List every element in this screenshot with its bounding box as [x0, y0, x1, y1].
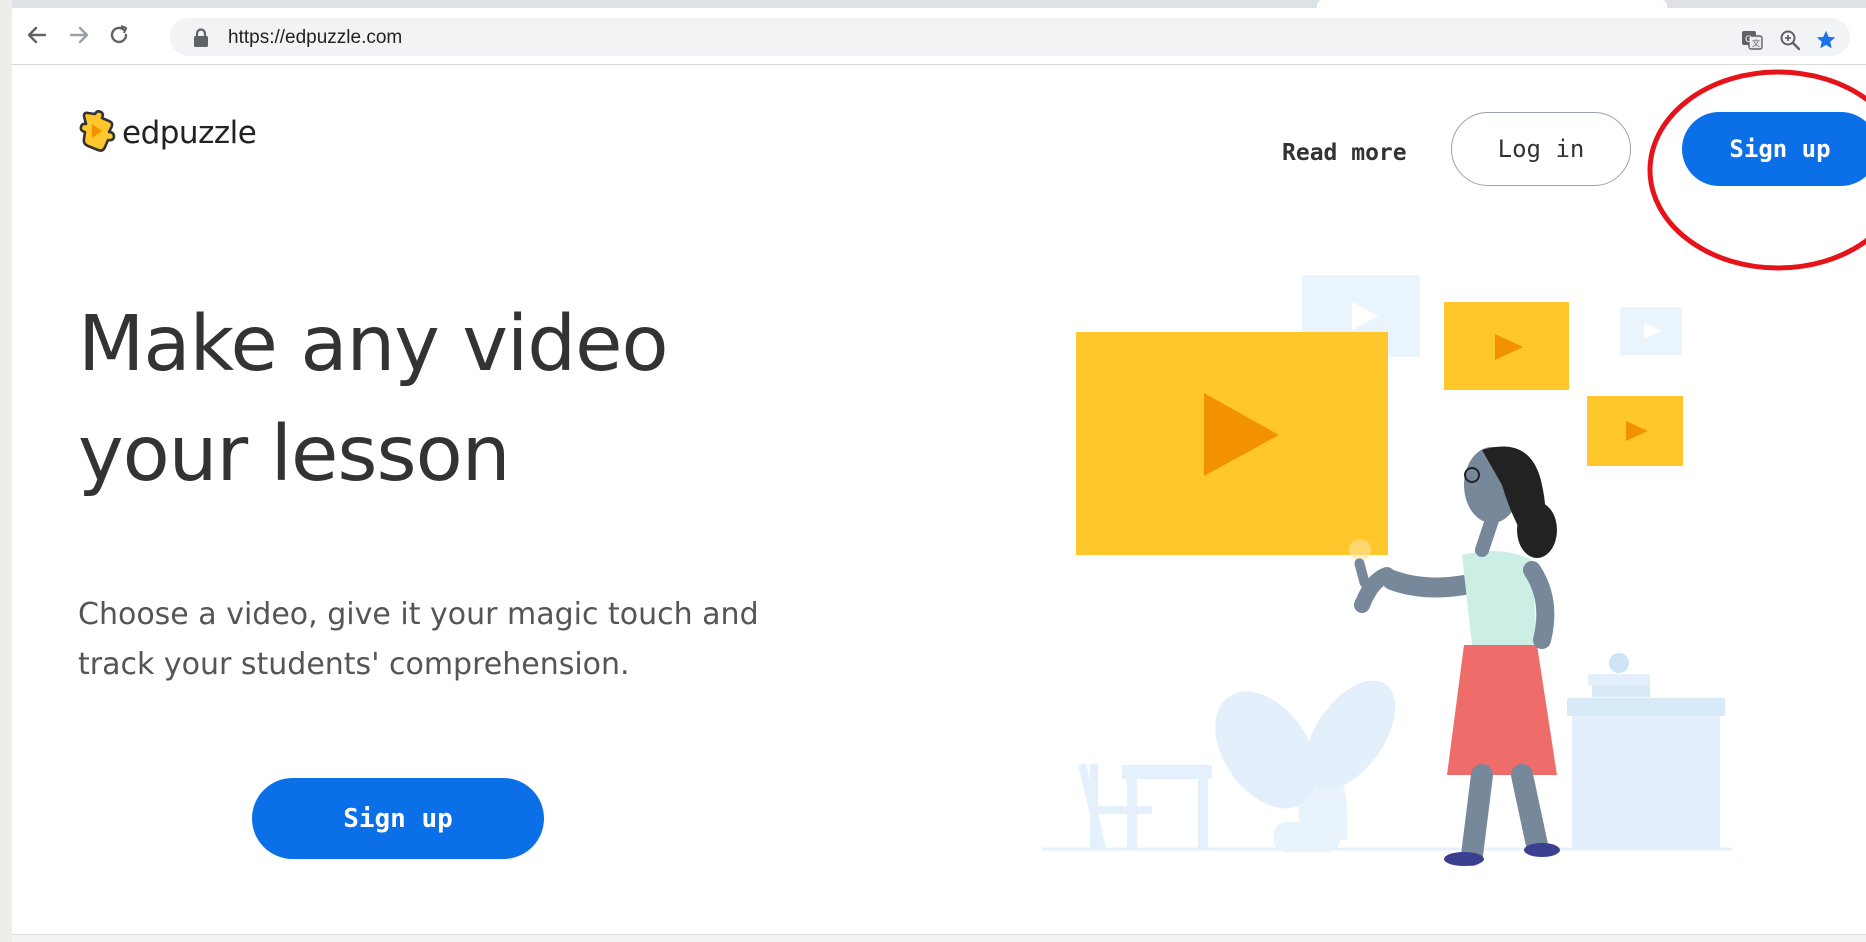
- tab-strip: [12, 0, 1866, 8]
- edpuzzle-logo[interactable]: edpuzzle: [78, 110, 257, 156]
- window-edge: [0, 0, 12, 942]
- browser-toolbar: https://edpuzzle.com G文: [12, 8, 1866, 65]
- hero-subtitle-line-2: track your students' comprehension.: [78, 647, 630, 682]
- page-content: edpuzzle Read more Log in Sign up Make a…: [12, 65, 1866, 935]
- hero-title: Make any video your lesson: [78, 290, 778, 510]
- hero-subtitle-line-1: Choose a video, give it your magic touch…: [78, 597, 759, 632]
- teacher-video-illustration: [1042, 275, 1732, 866]
- log-in-button[interactable]: Log in: [1451, 112, 1631, 186]
- forward-arrow-icon[interactable]: [62, 18, 96, 52]
- hero-sign-up-button[interactable]: Sign up: [252, 778, 544, 859]
- hero-subtitle: Choose a video, give it your magic touch…: [78, 590, 838, 690]
- browser-window: https://edpuzzle.com G文 edpuzzle Read mo…: [12, 0, 1866, 942]
- read-more-link[interactable]: Read more: [1282, 140, 1407, 166]
- url-text: https://edpuzzle.com: [228, 27, 403, 48]
- hero-title-line-2: your lesson: [78, 410, 511, 499]
- active-tab[interactable]: [1317, 0, 1667, 8]
- logo-text: edpuzzle: [122, 115, 257, 151]
- puzzle-logo-icon: [79, 110, 116, 152]
- reload-icon[interactable]: [102, 18, 136, 52]
- address-bar[interactable]: https://edpuzzle.com G文: [170, 18, 1850, 56]
- hero-title-line-1: Make any video: [78, 300, 669, 389]
- page-bottom-border: [12, 934, 1866, 942]
- annotation-circle: [1647, 69, 1866, 271]
- lock-icon: [194, 28, 208, 47]
- back-arrow-icon[interactable]: [20, 18, 54, 52]
